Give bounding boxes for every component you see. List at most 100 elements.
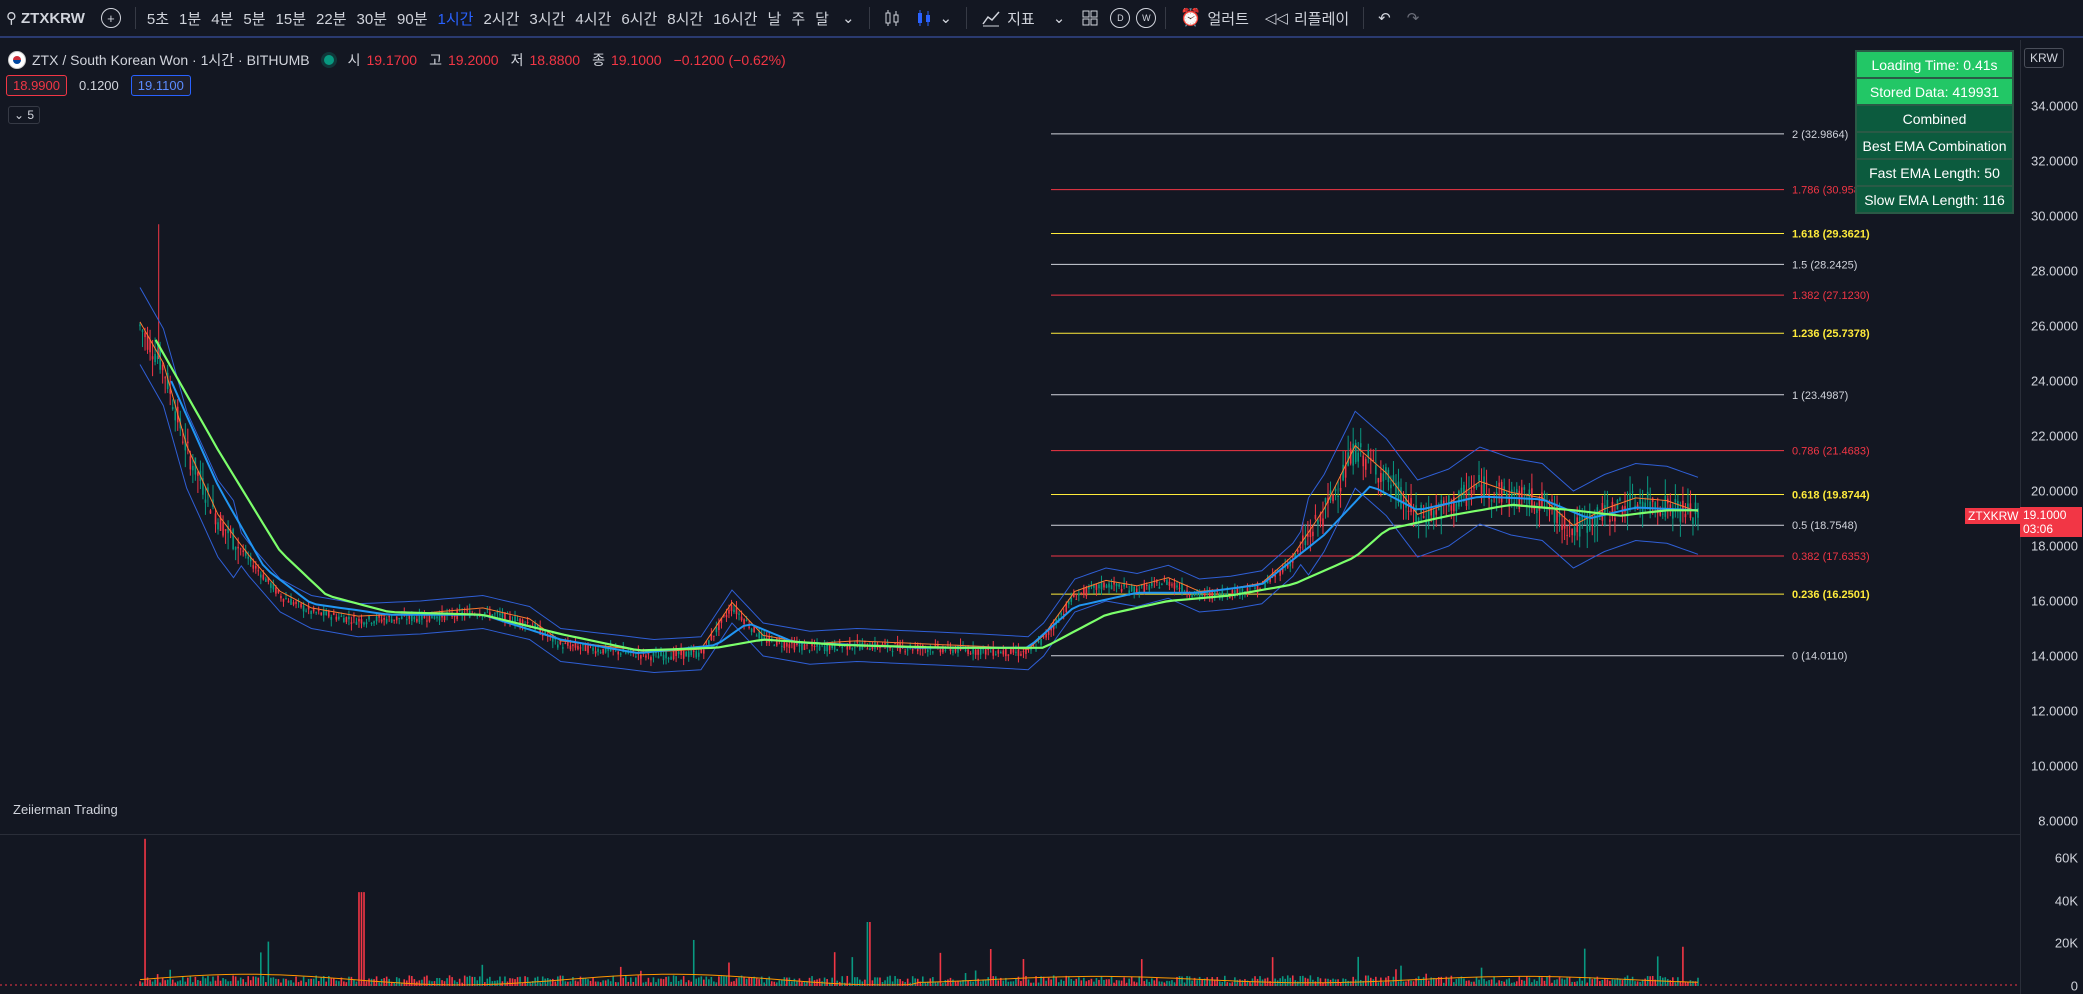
bollinger-upper-line[interactable] <box>139 287 1699 641</box>
candle-body <box>1357 452 1360 462</box>
candle-body <box>806 644 808 646</box>
candle-body <box>939 649 942 653</box>
volume-bar <box>257 977 260 986</box>
volume-bar <box>1291 975 1294 986</box>
candle-body <box>302 605 305 612</box>
interval-button[interactable]: 16시간 <box>708 0 762 37</box>
volume-bar <box>1140 959 1143 986</box>
interval-button[interactable]: 30분 <box>352 0 393 37</box>
currency-selector[interactable]: KRW <box>2024 48 2064 68</box>
volume-bar <box>1551 982 1553 986</box>
candle-body <box>1007 654 1010 656</box>
interval-button[interactable]: 1시간 <box>433 0 479 37</box>
volume-bar <box>559 975 562 986</box>
price-chart[interactable]: 2 (32.9864)1.786 (30.9587)1.618 (29.3621… <box>0 40 2020 994</box>
interval-button[interactable]: 5초 <box>142 0 174 37</box>
alert-button[interactable]: ⏰ 얼러트 <box>1172 0 1257 37</box>
interval-button[interactable]: 달 <box>810 0 834 37</box>
candle-body <box>677 651 680 655</box>
last-price-label: 19.1000 03:06 <box>2020 507 2082 537</box>
indicator-collapse-button[interactable]: ⌄ 5 <box>8 106 41 124</box>
volume-bar <box>181 976 184 986</box>
price-tick-label: 10.0000 <box>2031 758 2078 774</box>
interval-button[interactable]: 5분 <box>238 0 270 37</box>
bar-style-button[interactable] <box>876 0 908 37</box>
template-d-icon: D <box>1110 8 1131 28</box>
candle-body <box>1173 582 1176 589</box>
interval-button[interactable]: 8시간 <box>662 0 708 37</box>
candle-body <box>1684 513 1687 518</box>
volume-bar <box>272 977 275 986</box>
toolbar-divider <box>966 7 968 29</box>
candle-body <box>197 472 199 476</box>
indicators-button[interactable]: 지표 ⌄ <box>973 0 1073 37</box>
fibonacci-levels: 2 (32.9864)1.786 (30.9587)1.618 (29.3621… <box>1051 129 1870 663</box>
candle-body <box>151 356 154 360</box>
interval-button[interactable]: 22분 <box>311 0 352 37</box>
alert-label: 얼러트 <box>1207 10 1249 28</box>
interval-button[interactable]: 날 <box>763 0 787 37</box>
volume-bar <box>1666 979 1669 986</box>
candle-body <box>1254 587 1256 590</box>
interval-button[interactable]: 주 <box>786 0 810 37</box>
volume-bar <box>1508 978 1511 986</box>
volume-bar <box>1453 982 1455 986</box>
volume-bar <box>921 976 924 986</box>
chart-type-button[interactable]: ⌄ <box>908 0 961 37</box>
ask-price-button[interactable]: 19.1100 <box>130 75 191 96</box>
candle-body <box>1166 580 1168 585</box>
compare-symbol-button[interactable]: + <box>93 0 129 37</box>
legend-title[interactable]: ZTX / South Korean Won · 1시간 · BITHUMB <box>32 50 310 70</box>
volume-bar <box>1022 959 1025 986</box>
candle-body <box>1407 510 1410 512</box>
template-d-button[interactable]: D <box>1107 0 1133 37</box>
candle-body <box>1571 528 1573 536</box>
interval-button[interactable]: 15분 <box>271 0 312 37</box>
candle-body <box>282 598 285 602</box>
interval-button[interactable]: 2시간 <box>478 0 524 37</box>
volume-bar <box>1072 980 1075 986</box>
candle-body <box>640 655 642 659</box>
candle-body <box>466 610 469 612</box>
candle-body <box>645 655 647 658</box>
volume-bar <box>1392 976 1395 986</box>
interval-button[interactable]: 3시간 <box>524 0 570 37</box>
interval-button[interactable]: 90분 <box>392 0 433 37</box>
slow-ema-cell: Slow EMA Length: 116 <box>1857 187 2012 212</box>
candle-body <box>1490 500 1493 502</box>
redo-button[interactable]: ↷ <box>1399 0 1428 37</box>
interval-button[interactable]: 4시간 <box>570 0 616 37</box>
bollinger-lower-line[interactable] <box>139 364 1699 674</box>
volume-pane-divider[interactable] <box>0 834 2020 835</box>
bid-price-button[interactable]: 18.9900 <box>6 75 67 96</box>
candle-body <box>1609 519 1611 523</box>
watermark-text: Zeiierman Trading <box>13 802 118 817</box>
interval-dropdown-button[interactable]: ⌄ <box>834 0 863 37</box>
volume-bar <box>481 964 484 986</box>
volume-bar <box>557 976 559 986</box>
interval-button[interactable]: 1분 <box>174 0 206 37</box>
interval-button[interactable]: 4분 <box>206 0 238 37</box>
candle-body <box>1435 509 1438 515</box>
interval-button[interactable]: 6시간 <box>616 0 662 37</box>
volume-bar <box>758 979 760 986</box>
candle-body <box>1075 598 1078 600</box>
symbol-search-button[interactable]: ⚲ ZTXKRW <box>0 0 93 37</box>
volume-bar <box>851 957 854 986</box>
candle-body <box>144 332 146 338</box>
candle-body <box>967 649 969 654</box>
candle-body <box>242 550 244 552</box>
candle-body <box>1103 582 1105 588</box>
candle-body <box>1145 584 1148 586</box>
replay-button[interactable]: ◁◁ 리플레이 <box>1257 0 1357 37</box>
undo-button[interactable]: ↶ <box>1370 0 1399 37</box>
candle-body <box>594 651 597 654</box>
volume-bar <box>171 979 174 986</box>
template-w-button[interactable]: W <box>1133 0 1159 37</box>
volume-bar <box>778 980 781 986</box>
volume-bar <box>987 977 990 986</box>
volume-bar <box>267 941 270 986</box>
layout-grid-button[interactable] <box>1073 0 1107 37</box>
volume-bar <box>1468 980 1470 986</box>
candle-body <box>1664 495 1667 517</box>
